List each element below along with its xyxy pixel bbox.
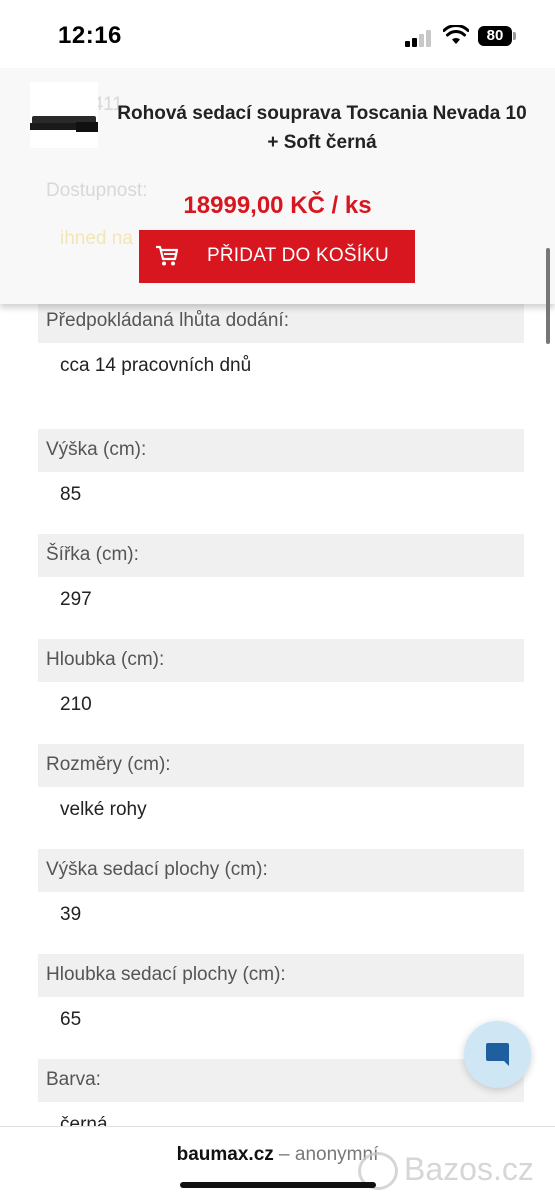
spec-label: Barva:: [38, 1059, 524, 1102]
spec-label: Šířka (cm):: [38, 534, 524, 577]
spec-value: 210: [60, 694, 92, 715]
spec-item: Šířka (cm): 297: [38, 534, 524, 639]
spec-label: Hloubka sedací plochy (cm):: [38, 954, 524, 997]
battery-indicator: 80: [478, 26, 512, 46]
spec-item: Hloubka (cm): 210: [38, 639, 524, 744]
domain-text: baumax.cz: [176, 1144, 274, 1165]
spec-item: Výška sedací plochy (cm): 39: [38, 849, 524, 954]
spec-item: Rozměry (cm): velké rohy: [38, 744, 524, 849]
spec-value: velké rohy: [60, 799, 147, 820]
product-title[interactable]: Rohová sedací souprava Toscania Nevada 1…: [112, 100, 532, 157]
add-to-cart-label: PŘIDAT DO KOŠÍKU: [207, 245, 389, 266]
home-indicator[interactable]: [180, 1182, 376, 1188]
cart-icon: [156, 245, 179, 266]
scrollbar-thumb[interactable]: [546, 248, 550, 344]
signal-icon: [405, 29, 433, 47]
sofa-image: [30, 116, 98, 132]
chat-button[interactable]: [464, 1021, 531, 1088]
spec-label: Výška sedací plochy (cm):: [38, 849, 524, 892]
spec-value: 39: [60, 904, 82, 925]
spec-value: 65: [60, 1009, 82, 1030]
sticky-product-header: 4411 Dostupnost: ihned na Rohová sedací …: [0, 68, 555, 304]
spec-label: Výška (cm):: [38, 429, 524, 472]
add-to-cart-button[interactable]: PŘIDAT DO KOŠÍKU: [139, 230, 415, 283]
spec-label: Rozměry (cm):: [38, 744, 524, 787]
ghost-availability-value: ihned na: [60, 228, 133, 249]
spec-item: Hloubka sedací plochy (cm): 65: [38, 954, 524, 1059]
watermark-text: Bazos.cz: [404, 1151, 534, 1187]
spec-item: Předpokládaná lhůta dodání: cca 14 praco…: [38, 304, 524, 429]
spec-label: Hloubka (cm):: [38, 639, 524, 682]
battery-tip: [513, 32, 516, 40]
spec-value: 85: [60, 484, 82, 505]
product-thumbnail[interactable]: [30, 82, 98, 148]
product-price: 18999,00 KČ / ks: [183, 192, 372, 219]
status-bar: 12:16 80: [0, 0, 555, 68]
spec-value: 297: [60, 589, 92, 610]
browser-bottom-bar: baumax.cz – anonymní Bazos.cz: [0, 1126, 555, 1200]
wifi-icon: [443, 25, 469, 44]
spec-item: Výška (cm): 85: [38, 429, 524, 534]
chat-icon: [486, 1043, 509, 1066]
spec-value: cca 14 pracovních dnů: [60, 355, 252, 376]
spec-label: Předpokládaná lhůta dodání:: [38, 304, 524, 343]
status-time: 12:16: [58, 22, 122, 49]
